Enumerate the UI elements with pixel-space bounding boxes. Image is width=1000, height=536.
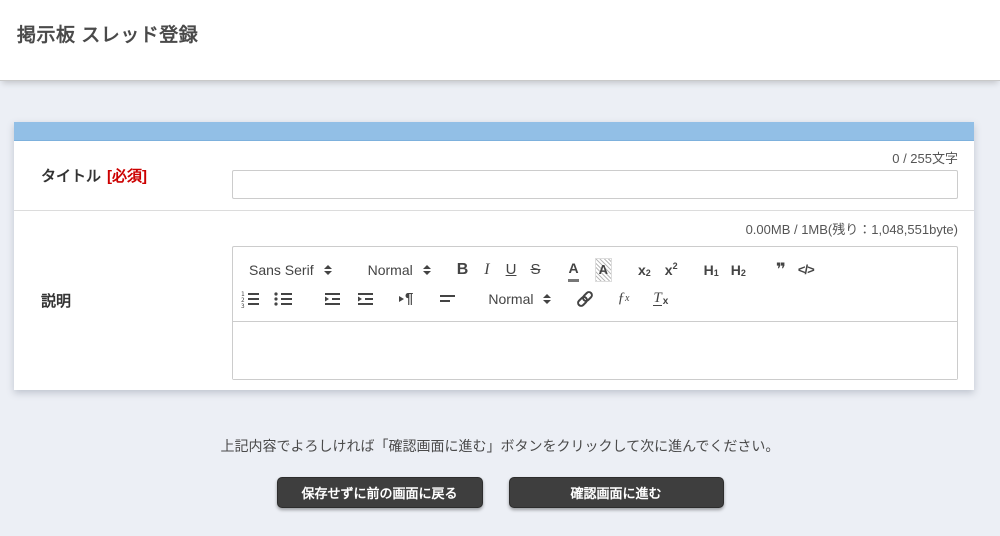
- text-color-icon[interactable]: A: [568, 258, 578, 282]
- header2-icon[interactable]: H2: [731, 258, 746, 282]
- editor-content-area[interactable]: [233, 322, 957, 379]
- description-label: 説明: [41, 290, 71, 311]
- strikethrough-icon[interactable]: S: [530, 258, 540, 282]
- title-char-counter: 0 / 255文字: [232, 151, 958, 167]
- chevron-updown-icon: [543, 294, 551, 304]
- indent-icon[interactable]: [356, 287, 375, 311]
- chevron-updown-icon: [423, 265, 431, 275]
- description-form-row: 説明 0.00MB / 1MB(残り：1,048,551byte) Sans S…: [14, 210, 974, 390]
- font-family-picker[interactable]: Sans Serif: [241, 258, 332, 282]
- required-badge: [必須]: [107, 165, 147, 186]
- description-size-counter: 0.00MB / 1MB(残り：1,048,551byte): [232, 222, 958, 238]
- chevron-updown-icon: [324, 265, 332, 275]
- title-input[interactable]: [232, 170, 958, 199]
- italic-icon[interactable]: I: [484, 258, 489, 282]
- rich-text-editor: Sans Serif Normal B I U S A: [232, 246, 958, 380]
- outdent-icon[interactable]: [323, 287, 342, 311]
- header1-icon[interactable]: H1: [704, 258, 719, 282]
- page-header: 掲示板 スレッド登録: [0, 0, 1000, 81]
- subscript-icon[interactable]: x2: [638, 258, 651, 282]
- confirm-button[interactable]: 確認画面に進む: [509, 477, 724, 508]
- highlight-color-icon[interactable]: A: [595, 258, 612, 282]
- link-icon[interactable]: [575, 287, 595, 311]
- title-label: タイトル: [41, 165, 101, 186]
- bullet-list-icon[interactable]: [274, 287, 293, 311]
- back-button[interactable]: 保存せずに前の画面に戻る: [277, 477, 483, 508]
- title-form-row: タイトル [必須] 0 / 255文字: [14, 141, 974, 210]
- font-size-picker[interactable]: Normal: [360, 258, 431, 282]
- bold-icon[interactable]: B: [457, 258, 469, 282]
- main-content: タイトル [必須] 0 / 255文字 説明 0.00MB / 1MB(残り：1…: [0, 122, 1000, 508]
- toolbar-row-1: Sans Serif Normal B I U S A: [241, 255, 949, 284]
- ordered-list-icon[interactable]: 1 2 3: [241, 287, 260, 311]
- description-label-cell: 説明: [14, 211, 232, 390]
- clean-format-icon[interactable]: T x: [653, 287, 668, 311]
- action-button-row: 保存せずに前の画面に戻る 確認画面に進む: [0, 477, 1000, 508]
- align-icon[interactable]: [439, 287, 456, 311]
- panel-accent-bar: [14, 122, 974, 141]
- superscript-icon[interactable]: x2: [665, 258, 678, 282]
- page-title: 掲示板 スレッド登録: [17, 20, 1000, 47]
- blockquote-icon[interactable]: ❞: [776, 258, 784, 282]
- toolbar-row-2: 1 2 3: [241, 284, 949, 313]
- formula-icon[interactable]: ƒx: [617, 287, 629, 311]
- svg-text:3: 3: [241, 303, 245, 308]
- text-direction-icon[interactable]: ¶: [399, 287, 413, 311]
- underline-icon[interactable]: U: [506, 258, 517, 282]
- description-field-cell: 0.00MB / 1MB(残り：1,048,551byte) Sans Seri…: [232, 211, 974, 390]
- title-label-cell: タイトル [必須]: [14, 141, 232, 210]
- editor-toolbar: Sans Serif Normal B I U S A: [233, 247, 957, 322]
- thread-form-panel: タイトル [必須] 0 / 255文字 説明 0.00MB / 1MB(残り：1…: [14, 122, 974, 390]
- code-block-icon[interactable]: </>: [798, 258, 814, 282]
- line-height-picker[interactable]: Normal: [488, 287, 551, 311]
- title-field-cell: 0 / 255文字: [232, 141, 974, 210]
- instruction-text: 上記内容でよろしければ「確認画面に進む」ボタンをクリックして次に進んでください。: [0, 436, 1000, 456]
